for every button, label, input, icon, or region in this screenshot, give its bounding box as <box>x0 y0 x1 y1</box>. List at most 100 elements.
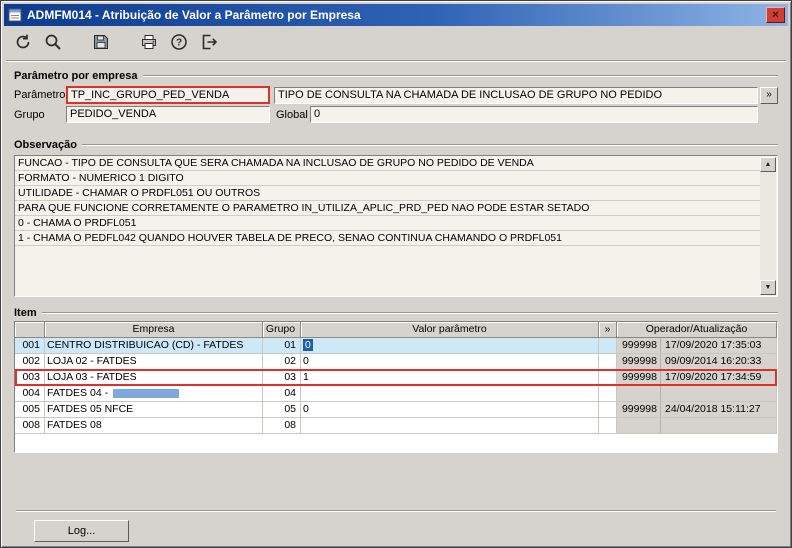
header-operador: Operador/Atualização <box>617 322 777 338</box>
cell-empresa: FATDES 05 NFCE <box>45 402 263 418</box>
param-description-field: TIPO DE CONSULTA NA CHAMADA DE INCLUSAO … <box>274 86 758 104</box>
cell-num: 003 <box>15 370 45 386</box>
obs-line: 0 - CHAMA O PRDFL051 <box>15 216 760 231</box>
cell-empresa: LOJA 02 - FATDES <box>45 354 263 370</box>
param-value-field[interactable]: TP_INC_GRUPO_PED_VENDA <box>66 86 270 104</box>
table-row[interactable]: 005 FATDES 05 NFCE 05 0 999998 24/04/2018… <box>15 402 777 418</box>
obs-line: 1 - CHAMA O PEDFL042 QUANDO HOUVER TABEL… <box>15 231 760 246</box>
cell-grupo: 02 <box>263 354 301 370</box>
cell-grupo: 08 <box>263 418 301 434</box>
toolbar: ? <box>4 26 788 60</box>
cell-grupo: 03 <box>263 370 301 386</box>
cell-expand <box>599 370 617 386</box>
close-icon: × <box>772 8 779 21</box>
header-empresa: Empresa <box>45 322 263 338</box>
window-icon <box>7 7 23 23</box>
obs-scrollbar[interactable]: ▲ ▼ <box>760 157 776 295</box>
log-button[interactable]: Log... <box>34 520 129 542</box>
help-button[interactable]: ? <box>168 32 190 54</box>
item-group-title: Item <box>14 307 37 319</box>
table-row[interactable]: 008 FATDES 08 08 <box>15 418 777 434</box>
global-value-field[interactable]: 0 <box>310 106 758 123</box>
cell-valor[interactable]: 1 <box>301 370 599 386</box>
cell-grupo: 05 <box>263 402 301 418</box>
cell-expand <box>599 338 617 354</box>
cell-operador: 999998 17/09/2020 17:35:03 <box>617 338 777 354</box>
printer-icon <box>140 33 158 54</box>
cell-num: 005 <box>15 402 45 418</box>
exit-icon <box>200 33 218 54</box>
undo-button[interactable] <box>12 32 34 54</box>
obs-line: PARA QUE FUNCIONE CORRETAMENTE O PARAMET… <box>15 201 760 216</box>
help-icon: ? <box>170 33 188 54</box>
footer: Log... <box>14 512 778 542</box>
param-label: Parâmetro <box>14 89 66 101</box>
cell-empresa: FATDES 08 <box>45 418 263 434</box>
scroll-down-icon[interactable]: ▼ <box>760 280 776 295</box>
cell-valor[interactable] <box>301 418 599 434</box>
cell-grupo: 01 <box>263 338 301 354</box>
cell-empresa: LOJA 03 - FATDES <box>45 370 263 386</box>
param-group-header: Parâmetro por empresa <box>14 70 778 82</box>
app-window: ADMFM014 - Atribuição de Valor a Parâmet… <box>0 0 792 548</box>
obs-line: FORMATO - NUMERICO 1 DIGITO <box>15 171 760 186</box>
search-button[interactable] <box>42 32 64 54</box>
cell-operador <box>617 418 777 434</box>
svg-text:?: ? <box>176 37 182 48</box>
cell-expand <box>599 386 617 402</box>
undo-icon <box>14 33 32 54</box>
toolbar-divider <box>6 60 786 62</box>
obs-line: FUNCAO - TIPO DE CONSULTA QUE SERA CHAMA… <box>15 156 760 171</box>
print-button[interactable] <box>138 32 160 54</box>
cell-empresa: CENTRO DISTRIBUICAO (CD) - FATDES <box>45 338 263 354</box>
obs-line: UTILIDADE - CHAMAR O PRDFL051 OU OUTROS <box>15 186 760 201</box>
cell-empresa: FATDES 04 - <box>45 386 263 402</box>
cell-expand <box>599 402 617 418</box>
cell-valor[interactable] <box>301 386 599 402</box>
cell-num: 004 <box>15 386 45 402</box>
header-valor: Valor parâmetro <box>301 322 599 338</box>
search-icon <box>44 33 62 54</box>
param-expand-button[interactable]: » <box>760 86 778 104</box>
cell-operador: 999998 09/09/2014 16:20:33 <box>617 354 777 370</box>
cell-grupo: 04 <box>263 386 301 402</box>
obs-group-header: Observação <box>14 139 778 151</box>
table-row[interactable]: 004 FATDES 04 - 04 <box>15 386 777 402</box>
cell-valor[interactable]: 0 <box>301 402 599 418</box>
cell-operador <box>617 386 777 402</box>
grupo-value-field[interactable]: PEDIDO_VENDA <box>66 106 270 123</box>
exit-button[interactable] <box>198 32 220 54</box>
header-expand-button[interactable]: » <box>599 322 617 338</box>
close-button[interactable]: × <box>766 7 785 23</box>
cell-operador: 999998 17/09/2020 17:34:59 <box>617 370 777 386</box>
cell-operador: 999998 24/04/2018 15:11:27 <box>617 402 777 418</box>
table-row-highlighted[interactable]: 003 LOJA 03 - FATDES 03 1 999998 17/09/20… <box>15 369 777 386</box>
grid-header-row: Empresa Grupo Valor parâmetro » Operador… <box>15 322 777 338</box>
item-grid: Empresa Grupo Valor parâmetro » Operador… <box>14 321 778 453</box>
cell-num: 002 <box>15 354 45 370</box>
grupo-label: Grupo <box>14 108 45 121</box>
header-grupo: Grupo <box>263 322 301 338</box>
scroll-up-icon[interactable]: ▲ <box>760 157 776 172</box>
param-row: Parâmetro TP_INC_GRUPO_PED_VENDA TIPO DE… <box>14 86 778 104</box>
table-row[interactable]: 001 CENTRO DISTRIBUICAO (CD) - FATDES 01… <box>15 338 777 354</box>
item-group-header: Item <box>14 307 778 319</box>
valor-edit-selection: 0 <box>303 339 313 351</box>
param-group-title: Parâmetro por empresa <box>14 70 138 82</box>
window-title: ADMFM014 - Atribuição de Valor a Parâmet… <box>27 8 361 22</box>
redacted-text <box>113 388 179 398</box>
cell-expand <box>599 354 617 370</box>
cell-expand <box>599 418 617 434</box>
cell-valor[interactable]: 0 <box>301 338 599 354</box>
header-rownum <box>15 322 45 338</box>
save-icon <box>92 33 110 54</box>
grupo-row: Grupo PEDIDO_VENDA Global 0 <box>14 106 778 123</box>
save-button[interactable] <box>90 32 112 54</box>
observation-textarea[interactable]: FUNCAO - TIPO DE CONSULTA QUE SERA CHAMA… <box>14 155 778 297</box>
titlebar: ADMFM014 - Atribuição de Valor a Parâmet… <box>4 4 788 26</box>
obs-group-title: Observação <box>14 139 77 151</box>
global-label: Global <box>276 108 308 121</box>
table-row[interactable]: 002 LOJA 02 - FATDES 02 0 999998 09/09/20… <box>15 354 777 370</box>
cell-valor[interactable]: 0 <box>301 354 599 370</box>
cell-num: 008 <box>15 418 45 434</box>
